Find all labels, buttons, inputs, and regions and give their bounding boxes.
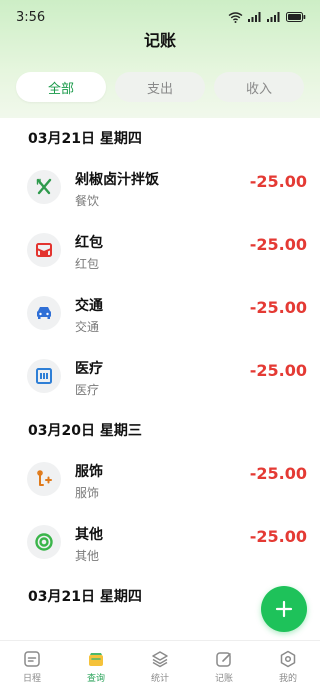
signal-icon — [248, 12, 261, 22]
item-amount: -25.00 — [249, 464, 307, 483]
date-header: 03月21日 星期四 — [28, 131, 142, 147]
edit-icon — [216, 652, 231, 667]
circle-target-icon — [27, 525, 61, 559]
list-item[interactable]: 服饰 服饰 -25.00 — [0, 450, 320, 513]
list-item[interactable]: 交通 交通 -25.00 — [0, 284, 320, 347]
nav-bookkeeping[interactable]: 记账 — [192, 641, 256, 690]
filter-tabs: 全部 支出 收入 — [16, 72, 304, 102]
schedule-icon — [24, 651, 40, 667]
item-name: 其他 — [75, 527, 103, 543]
status-time: 3:56 — [16, 9, 46, 25]
item-name: 服饰 — [75, 464, 103, 480]
list-item[interactable]: 剁椒卤汁拌饭 餐饮 -25.00 — [0, 158, 320, 221]
wifi-icon — [228, 11, 243, 23]
tab-expense[interactable]: 支出 — [115, 72, 205, 102]
item-amount: -25.00 — [249, 235, 307, 254]
item-amount: -25.00 — [249, 361, 307, 380]
layers-icon — [152, 651, 168, 668]
item-category: 餐饮 — [75, 194, 100, 208]
item-category: 红包 — [75, 257, 100, 271]
battery-icon — [286, 12, 306, 22]
item-amount: -25.00 — [249, 527, 307, 546]
add-record-button[interactable] — [261, 586, 307, 632]
nav-label: 我的 — [278, 674, 297, 684]
signal-icon-2 — [267, 12, 280, 22]
status-icons — [228, 11, 306, 23]
nav-label: 日程 — [22, 674, 41, 684]
item-name: 医疗 — [75, 361, 103, 377]
list-item[interactable]: 医疗 医疗 -25.00 — [0, 347, 320, 410]
nav-label: 记账 — [214, 674, 233, 684]
item-name: 交通 — [75, 298, 103, 314]
profile-icon — [280, 650, 296, 668]
nav-query[interactable]: 查询 — [64, 641, 128, 690]
red-envelope-icon — [27, 233, 61, 267]
nav-profile[interactable]: 我的 — [256, 641, 320, 690]
list-item[interactable]: 红包 红包 -25.00 — [0, 221, 320, 284]
item-category: 服饰 — [75, 486, 100, 500]
query-icon — [89, 653, 103, 666]
item-category: 交通 — [75, 320, 100, 334]
page-title: 记账 — [143, 31, 176, 50]
bottom-nav: 日程 查询 统计 记账 我的 — [0, 640, 320, 690]
record-list: 03月21日 星期四 剁椒卤汁拌饭 餐饮 -25.00 红包 红包 -25.00 — [0, 118, 320, 616]
item-category: 医疗 — [75, 383, 100, 397]
nav-schedule[interactable]: 日程 — [0, 641, 64, 690]
item-amount: -25.00 — [249, 172, 307, 191]
item-category: 其他 — [75, 549, 100, 563]
fork-knife-icon — [27, 170, 61, 204]
medical-icon — [27, 359, 61, 393]
item-amount: -25.00 — [249, 298, 307, 317]
nav-stats[interactable]: 统计 — [128, 641, 192, 690]
date-header: 03月20日 星期三 — [28, 423, 142, 439]
clothing-icon — [27, 462, 61, 496]
plus-icon — [275, 600, 293, 618]
nav-label: 统计 — [150, 674, 169, 684]
nav-label: 查询 — [86, 674, 105, 684]
item-name: 剁椒卤汁拌饭 — [75, 172, 159, 188]
tab-income[interactable]: 收入 — [214, 72, 304, 102]
car-icon — [27, 296, 61, 330]
tab-all[interactable]: 全部 — [16, 72, 106, 102]
item-name: 红包 — [75, 235, 103, 251]
list-item[interactable]: 其他 其他 -25.00 — [0, 513, 320, 576]
